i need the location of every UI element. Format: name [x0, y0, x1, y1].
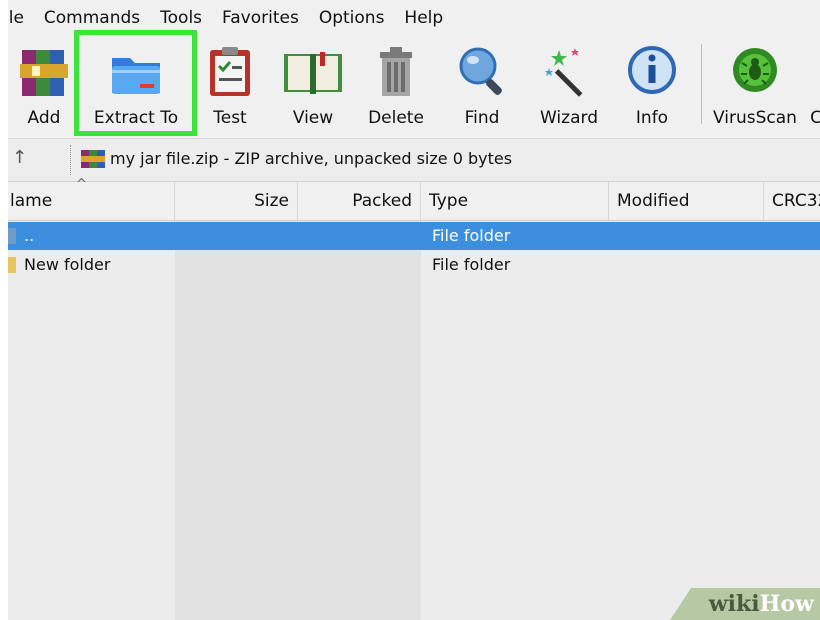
column-name[interactable]: lame: [8, 182, 175, 220]
find-button[interactable]: Find: [454, 40, 510, 132]
file-row-parent[interactable]: .. File folder: [8, 222, 820, 250]
file-name: ..: [24, 226, 35, 245]
up-arrow-icon[interactable]: ↑: [12, 147, 27, 168]
address-grip: [70, 145, 74, 175]
column-packed[interactable]: Packed: [298, 182, 421, 220]
file-type: File folder: [432, 226, 511, 245]
toolbar-separator: [701, 44, 702, 124]
archive-path: my jar file.zip - ZIP archive, unpacked …: [110, 149, 513, 168]
menu-file[interactable]: ile: [8, 8, 24, 28]
book-icon: [284, 52, 342, 94]
file-row-new-folder[interactable]: New folder File folder: [8, 251, 820, 279]
column-crc32[interactable]: CRC32: [764, 182, 820, 220]
folder-icon: [8, 257, 16, 273]
column-size[interactable]: Size: [175, 182, 298, 220]
view-button[interactable]: View: [280, 40, 346, 132]
winrar-window: ile Commands Tools Favorites Options Hel…: [8, 0, 820, 620]
add-archive-icon: [20, 50, 68, 96]
extract-to-highlight: [74, 30, 197, 136]
info-icon: [628, 46, 676, 94]
size-packed-area: [175, 221, 421, 620]
virusscan-button[interactable]: VirusScan: [712, 40, 798, 132]
menu-tools[interactable]: Tools: [160, 8, 202, 28]
menu-favorites[interactable]: Favorites: [222, 8, 299, 28]
wikihow-watermark: wikiHow: [670, 588, 820, 620]
file-name: New folder: [24, 255, 111, 274]
test-button[interactable]: Test: [202, 40, 258, 132]
magic-wand-icon: [545, 48, 583, 97]
column-type[interactable]: Type: [421, 182, 609, 220]
menu-options[interactable]: Options: [319, 8, 385, 28]
address-bar: ↑ my jar file.zip - ZIP archive, unpacke…: [8, 139, 820, 182]
virus-scan-icon: [733, 48, 777, 92]
wizard-button[interactable]: Wizard: [538, 40, 600, 132]
cut-off-toolbar-button[interactable]: C: [810, 40, 820, 132]
archive-icon: [81, 150, 105, 168]
magnifier-icon: [459, 47, 502, 95]
folder-icon: [8, 228, 16, 244]
column-headers: lame Size Packed Type Modified CRC32: [8, 182, 820, 221]
menu-commands[interactable]: Commands: [44, 8, 140, 28]
column-modified[interactable]: Modified: [609, 182, 764, 220]
info-button[interactable]: Info: [624, 40, 680, 132]
sort-ascending-icon: ^: [76, 177, 87, 192]
menu-help[interactable]: Help: [404, 8, 443, 28]
add-button[interactable]: Add: [16, 40, 72, 132]
file-type: File folder: [432, 255, 511, 274]
trash-can-icon: [380, 47, 412, 96]
delete-button[interactable]: Delete: [366, 40, 426, 132]
clipboard-check-icon: [210, 47, 250, 96]
